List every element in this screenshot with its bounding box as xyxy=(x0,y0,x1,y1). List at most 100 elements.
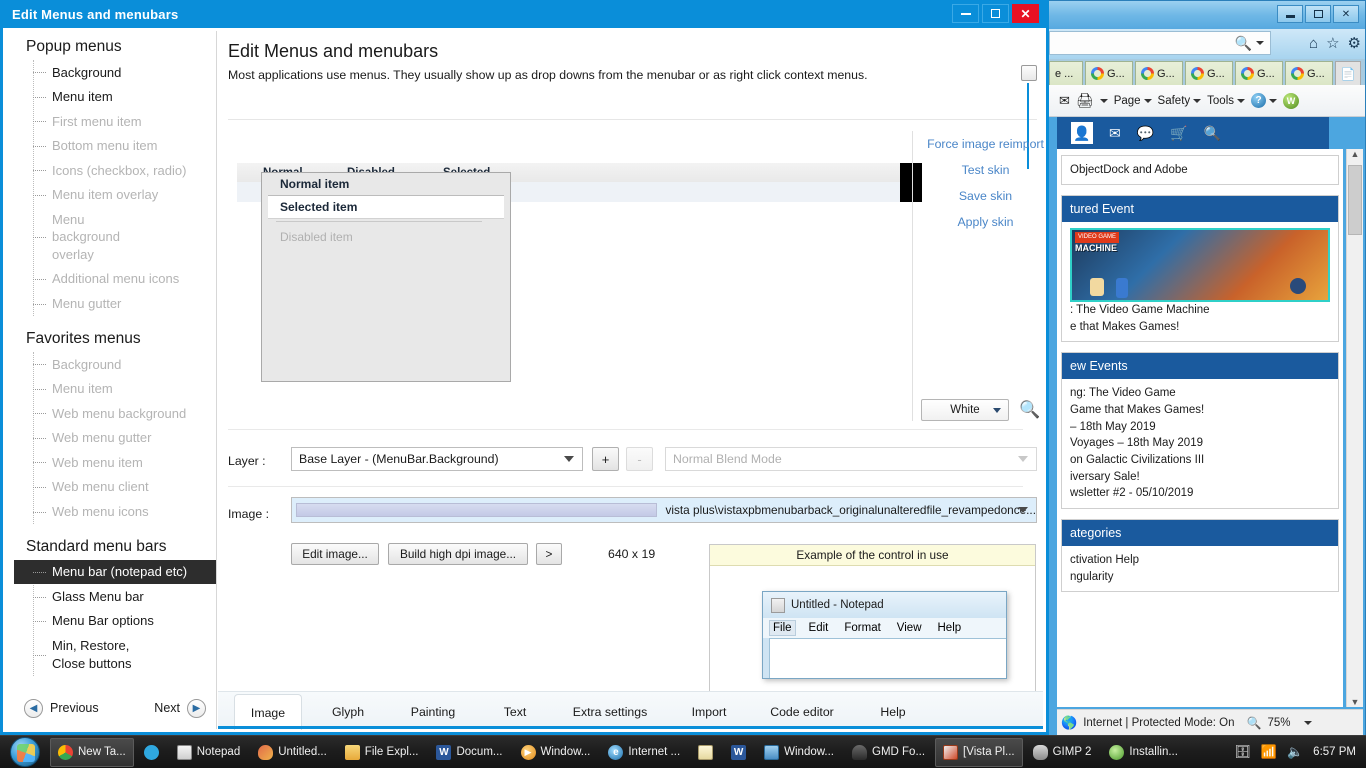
browser-tab[interactable]: G... xyxy=(1085,61,1133,85)
sidebar-item-fav-menu-item[interactable]: Menu item xyxy=(14,377,216,402)
previous-button-label[interactable]: Previous xyxy=(50,701,99,715)
edit-image-button[interactable]: Edit image... xyxy=(291,543,379,565)
card-line[interactable]: wsletter #2 - 05/10/2019 xyxy=(1070,485,1330,502)
chevron-down-icon[interactable] xyxy=(1256,41,1264,45)
taskbar-item-gmd-fonts[interactable]: GMD Fo... xyxy=(844,738,933,767)
tab-import[interactable]: Import xyxy=(678,694,740,730)
color-select[interactable]: White xyxy=(921,399,1009,421)
sidebar-item-additional-menu-icons[interactable]: Additional menu icons xyxy=(14,267,216,292)
taskbar-item-paint[interactable]: Untitled... xyxy=(250,738,335,767)
save-skin-link[interactable]: Save skin xyxy=(923,183,1048,209)
card-line[interactable]: iversary Sale! xyxy=(1070,469,1330,486)
image-path-field[interactable]: vista plus\vistaxpbmenubarback_originalu… xyxy=(291,497,1037,523)
card-line[interactable]: e that Makes Games! xyxy=(1070,319,1330,336)
notepad-menu-file[interactable]: File xyxy=(769,620,796,636)
print-chevron-down-icon[interactable] xyxy=(1099,98,1108,103)
card-line[interactable]: on Galactic Civilizations III xyxy=(1070,452,1330,469)
card-line[interactable]: Voyages – 18th May 2019 xyxy=(1070,435,1330,452)
popup-menu-preview[interactable]: Normal item Selected item Disabled item xyxy=(261,172,511,382)
sidebar-item-web-menu-icons[interactable]: Web menu icons xyxy=(14,499,216,524)
next-arrow-icon[interactable]: ▶ xyxy=(187,698,206,718)
card-line[interactable]: ctivation Help xyxy=(1070,552,1330,569)
sidebar-item-menu-background-overlay[interactable]: Menu background overlay xyxy=(14,207,216,267)
account-icon[interactable]: 👤 xyxy=(1071,122,1093,144)
safety-menu-button[interactable]: Safety xyxy=(1158,95,1202,107)
chevron-down-icon[interactable] xyxy=(1018,507,1028,513)
card-line[interactable]: – 18th May 2019 xyxy=(1070,419,1330,436)
browser-tab[interactable]: G... xyxy=(1285,61,1333,85)
magnifier-icon[interactable]: 🔍 xyxy=(1019,400,1040,420)
taskbar-item-gimp[interactable]: GIMP 2 xyxy=(1025,738,1100,767)
card-line[interactable]: Game that Makes Games! xyxy=(1070,402,1330,419)
new-tab-button[interactable]: 📄 xyxy=(1335,61,1361,85)
blend-mode-select[interactable]: Normal Blend Mode xyxy=(665,447,1037,471)
tab-code-editor[interactable]: Code editor xyxy=(754,694,850,730)
taskbar-item-media-player[interactable]: ▶ Window... xyxy=(513,738,599,767)
window-maximize-button[interactable] xyxy=(982,4,1009,23)
scrollbar-thumb[interactable] xyxy=(1348,165,1362,235)
notepad-menu-format[interactable]: Format xyxy=(841,621,883,635)
tray-devices-icon[interactable]: 🗄 xyxy=(1234,744,1251,760)
sidebar-item-fav-background[interactable]: Background xyxy=(14,352,216,377)
notepad-menu-help[interactable]: Help xyxy=(935,621,965,635)
add-layer-button[interactable]: + xyxy=(592,447,619,471)
sidebar-item-first-menu-item[interactable]: First menu item xyxy=(14,109,216,134)
taskbar-item-internet-explorer[interactable]: e Internet ... xyxy=(600,738,688,767)
ie-close-button[interactable]: ✕ xyxy=(1333,5,1359,23)
browser-vertical-scrollbar[interactable]: ▲ ▼ xyxy=(1346,149,1363,707)
zoom-chevron-down-icon[interactable] xyxy=(1304,720,1313,725)
help-menu-button[interactable]: ? xyxy=(1251,93,1278,108)
card-line[interactable]: ng: The Video Game xyxy=(1070,385,1330,402)
page-menu-button[interactable]: Page xyxy=(1114,95,1152,107)
browser-tab[interactable]: G... xyxy=(1185,61,1233,85)
taskbar-item-document[interactable] xyxy=(690,738,721,767)
taskbar-item-word[interactable]: W Docum... xyxy=(428,738,510,767)
ie-minimize-button[interactable] xyxy=(1277,5,1303,23)
home-icon[interactable]: ⌂ xyxy=(1309,35,1318,52)
favorites-star-icon[interactable]: ☆ xyxy=(1326,34,1339,52)
taskbar-item-window[interactable]: Window... xyxy=(756,738,842,767)
next-button-label[interactable]: Next xyxy=(154,701,180,715)
wot-icon[interactable]: W xyxy=(1283,92,1300,109)
browser-tab[interactable]: G... xyxy=(1235,61,1283,85)
sidebar-item-menu-bar-options[interactable]: Menu Bar options xyxy=(14,609,216,634)
sidebar-item-glass-menu-bar[interactable]: Glass Menu bar xyxy=(14,584,216,609)
scrollbar-thumb[interactable] xyxy=(1021,65,1037,81)
chat-icon[interactable]: 💬 xyxy=(1137,125,1154,142)
layer-select[interactable]: Base Layer - (MenuBar.Background) xyxy=(291,447,583,471)
read-mail-icon[interactable]: ✉ xyxy=(1059,93,1070,109)
taskbar-item-vista-plus[interactable]: [Vista Pl... xyxy=(935,737,1023,767)
taskbar-item-installing[interactable]: Installin... xyxy=(1101,738,1186,767)
window-close-button[interactable]: ✕ xyxy=(1012,4,1039,23)
force-image-reimport-link[interactable]: Force image reimport xyxy=(923,131,1048,157)
event-thumbnail[interactable]: VIDEO GAME MACHINE xyxy=(1070,228,1330,302)
tab-extra-settings[interactable]: Extra settings xyxy=(554,694,666,730)
tab-help[interactable]: Help xyxy=(866,694,920,730)
browser-tab[interactable]: e ... xyxy=(1049,61,1083,85)
build-high-dpi-button[interactable]: Build high dpi image... xyxy=(388,543,528,565)
sidebar-item-web-menu-item[interactable]: Web menu item xyxy=(14,450,216,475)
preview-menu-item-selected[interactable]: Selected item xyxy=(268,195,504,219)
search-icon[interactable]: 🔍 xyxy=(1204,125,1221,142)
card-line[interactable]: : The Video Game Machine xyxy=(1070,302,1330,319)
taskbar-item-file-explorer[interactable]: File Expl... xyxy=(337,738,427,767)
previous-arrow-icon[interactable]: ◀ xyxy=(24,698,43,718)
scroll-down-arrow-icon[interactable]: ▼ xyxy=(1347,697,1363,707)
ie-maximize-button[interactable] xyxy=(1305,5,1331,23)
sidebar-item-menu-item[interactable]: Menu item xyxy=(14,85,216,110)
card-line[interactable]: ngularity xyxy=(1070,569,1330,586)
sidebar-item-bottom-menu-item[interactable]: Bottom menu item xyxy=(14,134,216,159)
sidebar-item-web-menu-background[interactable]: Web menu background xyxy=(14,401,216,426)
taskbar-item-word-2[interactable]: W xyxy=(723,738,754,767)
taskbar-clock[interactable]: 6:57 PM xyxy=(1313,746,1356,758)
tray-volume-icon[interactable]: 🔈 xyxy=(1287,744,1303,760)
tab-text[interactable]: Text xyxy=(488,694,542,730)
cart-icon[interactable]: 🛒 xyxy=(1170,125,1187,142)
internet-explorer-window[interactable]: ✕ 🔍 ⌂ ☆ ⚙ e ... G... G... G... G... G...… xyxy=(1048,0,1366,740)
taskbar-item-chrome[interactable]: New Ta... xyxy=(50,737,134,767)
sidebar-item-icons[interactable]: Icons (checkbox, radio) xyxy=(14,158,216,183)
sidebar-item-menu-gutter[interactable]: Menu gutter xyxy=(14,291,216,316)
tab-image[interactable]: Image xyxy=(234,694,302,730)
scroll-up-arrow-icon[interactable]: ▲ xyxy=(1347,149,1363,159)
tray-network-icon[interactable]: 📶 xyxy=(1261,744,1277,760)
